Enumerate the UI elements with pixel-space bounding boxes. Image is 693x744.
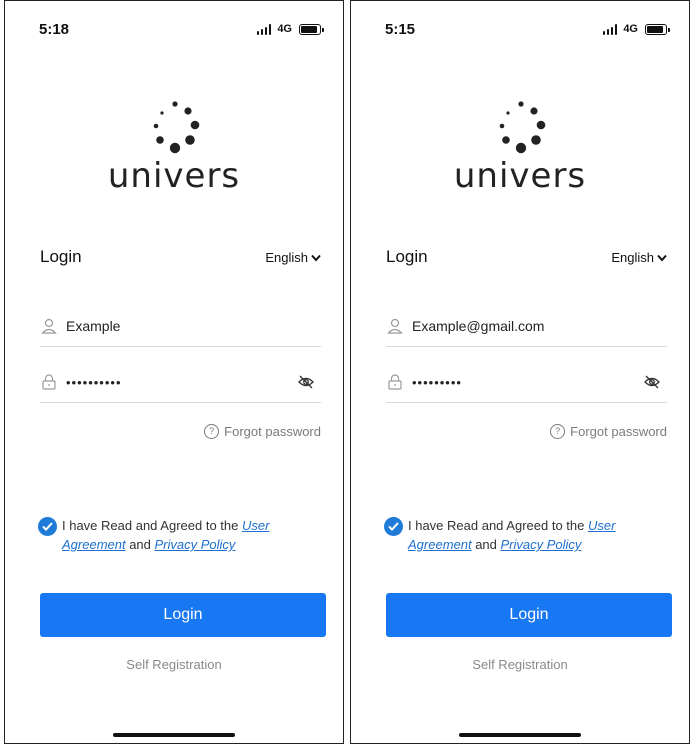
app-logo: univers bbox=[5, 96, 343, 196]
signal-icon bbox=[602, 23, 618, 35]
network-label: 4G bbox=[277, 23, 292, 35]
username-field[interactable]: Example@gmail.com bbox=[386, 306, 667, 347]
password-field[interactable]: •••••••••• bbox=[40, 362, 321, 403]
check-icon[interactable] bbox=[38, 517, 57, 536]
login-button[interactable]: Login bbox=[40, 593, 326, 637]
phone-screen-left: 5:18 4G univers Login English Example ••… bbox=[4, 0, 344, 744]
username-field[interactable]: Example bbox=[40, 306, 321, 347]
forgot-password-label: Forgot password bbox=[570, 424, 667, 439]
chevron-down-icon bbox=[657, 254, 667, 262]
language-select[interactable]: English bbox=[611, 250, 667, 265]
agreement-row: I have Read and Agreed to the User Agree… bbox=[384, 516, 671, 554]
status-bar: 5:18 4G bbox=[5, 1, 343, 41]
agreement-row: I have Read and Agreed to the User Agree… bbox=[38, 516, 325, 554]
home-indicator bbox=[459, 733, 581, 737]
eye-off-icon[interactable] bbox=[297, 373, 315, 391]
agreement-text: I have Read and Agreed to the User Agree… bbox=[408, 516, 671, 554]
page-title: Login bbox=[386, 247, 428, 266]
lock-icon bbox=[42, 374, 56, 390]
privacy-policy-link[interactable]: Privacy Policy bbox=[155, 537, 236, 552]
forgot-password-link[interactable]: ? Forgot password bbox=[204, 424, 321, 439]
user-icon bbox=[387, 318, 403, 334]
lock-icon bbox=[388, 374, 402, 390]
self-registration-link[interactable]: Self Registration bbox=[5, 657, 343, 672]
network-label: 4G bbox=[623, 23, 638, 35]
home-indicator bbox=[113, 733, 235, 737]
chevron-down-icon bbox=[311, 254, 321, 262]
password-input[interactable]: •••••••••• bbox=[66, 375, 297, 390]
status-bar: 5:15 4G bbox=[351, 1, 689, 41]
password-field[interactable]: ••••••••• bbox=[386, 362, 667, 403]
app-logo: univers bbox=[351, 96, 689, 196]
check-icon[interactable] bbox=[384, 517, 403, 536]
agreement-and: and bbox=[471, 537, 501, 552]
battery-icon bbox=[299, 23, 324, 35]
status-icons: 4G bbox=[256, 23, 324, 35]
login-button[interactable]: Login bbox=[386, 593, 672, 637]
help-icon: ? bbox=[550, 424, 566, 439]
username-input[interactable]: Example@gmail.com bbox=[412, 318, 667, 334]
status-time: 5:15 bbox=[385, 21, 416, 38]
forgot-password-link[interactable]: ? Forgot password bbox=[550, 424, 667, 439]
language-select[interactable]: English bbox=[265, 250, 321, 265]
logo-wordmark: univers bbox=[107, 156, 241, 196]
help-icon: ? bbox=[204, 424, 220, 439]
agreement-and: and bbox=[125, 537, 155, 552]
user-icon bbox=[41, 318, 57, 334]
password-input[interactable]: ••••••••• bbox=[412, 375, 643, 390]
page-title: Login bbox=[40, 247, 82, 266]
signal-icon bbox=[256, 23, 272, 35]
privacy-policy-link[interactable]: Privacy Policy bbox=[501, 537, 582, 552]
language-label: English bbox=[611, 250, 654, 265]
agreement-text: I have Read and Agreed to the User Agree… bbox=[62, 516, 325, 554]
phone-screen-right: 5:15 4G univers Login English Example@gm… bbox=[350, 0, 690, 744]
username-input[interactable]: Example bbox=[66, 318, 321, 334]
status-icons: 4G bbox=[602, 23, 670, 35]
agreement-prefix: I have Read and Agreed to the bbox=[408, 518, 588, 533]
battery-icon bbox=[645, 23, 670, 35]
logo-wordmark: univers bbox=[453, 156, 587, 196]
language-label: English bbox=[265, 250, 308, 265]
eye-off-icon[interactable] bbox=[643, 373, 661, 391]
self-registration-link[interactable]: Self Registration bbox=[351, 657, 689, 672]
forgot-password-label: Forgot password bbox=[224, 424, 321, 439]
agreement-prefix: I have Read and Agreed to the bbox=[62, 518, 242, 533]
status-time: 5:18 bbox=[39, 21, 70, 38]
